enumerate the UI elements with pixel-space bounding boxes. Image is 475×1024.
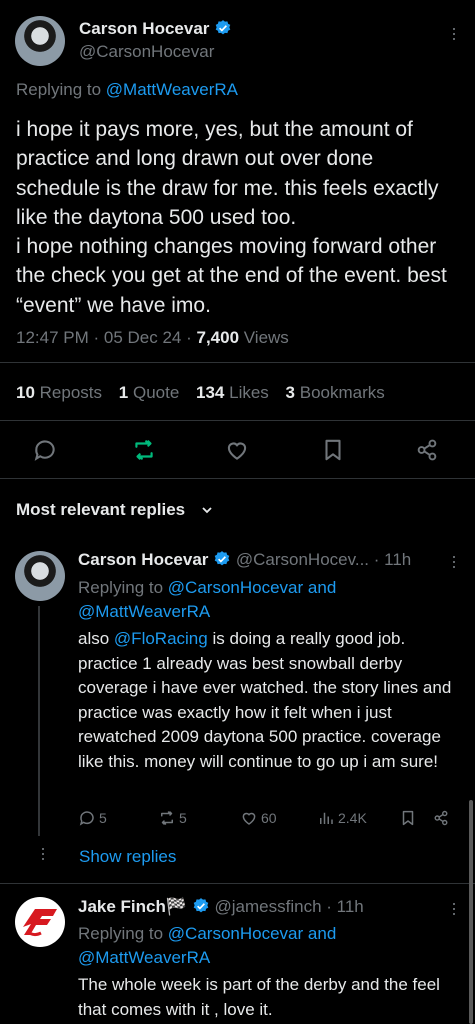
reply-age[interactable]: · 11h bbox=[374, 550, 412, 569]
chevron-down-icon[interactable] bbox=[200, 503, 214, 517]
author-name[interactable]: Jake Finch bbox=[78, 897, 166, 916]
reply-header: Jake Finch🏁 @jamessfinch · 11h bbox=[78, 897, 364, 917]
tweet-time[interactable]: 12:47 PM bbox=[16, 328, 89, 347]
quotes-count: 1 bbox=[118, 383, 129, 402]
more-icon[interactable]: ··· bbox=[445, 901, 465, 916]
more-icon[interactable]: ··· bbox=[445, 554, 465, 569]
likes-label: Likes bbox=[229, 383, 269, 402]
reply-header: Carson Hocevar @CarsonHocev... · 11h bbox=[78, 550, 411, 570]
avatar[interactable] bbox=[15, 551, 65, 601]
verified-badge-icon bbox=[215, 20, 231, 35]
author-name-text: Carson Hocevar bbox=[79, 19, 210, 38]
avatar[interactable] bbox=[15, 897, 65, 947]
bookmark-button[interactable] bbox=[399, 809, 417, 827]
replying-mention[interactable]: @MattWeaverRA bbox=[78, 948, 210, 967]
show-replies-link[interactable]: Show replies bbox=[79, 847, 176, 867]
quotes-stat[interactable]: 1 Quote bbox=[119, 383, 180, 402]
like-button[interactable]: 60 bbox=[240, 809, 277, 827]
repost-icon bbox=[161, 811, 173, 825]
bookmarks-stat[interactable]: 3 Bookmarks bbox=[286, 383, 385, 402]
share-icon[interactable] bbox=[414, 437, 440, 463]
tweet-stats: 10 Reposts 1 Quote 134 Likes 3 Bookmarks bbox=[16, 383, 397, 403]
reposts-count: 10 bbox=[16, 383, 35, 402]
replying-mention[interactable]: @MattWeaverRA bbox=[78, 602, 210, 621]
divider bbox=[0, 420, 475, 421]
replying-mention[interactable]: @MattWeaverRA bbox=[106, 80, 238, 99]
replying-and[interactable]: and bbox=[308, 578, 336, 597]
scrollbar[interactable] bbox=[469, 800, 473, 1024]
views-button[interactable]: 2.4K bbox=[317, 809, 367, 827]
replying-and[interactable]: and bbox=[308, 924, 336, 943]
bookmark-icon[interactable] bbox=[320, 437, 346, 463]
tweet-meta: 12:47 PM · 05 Dec 24 · 7,400 Views bbox=[16, 328, 289, 347]
replying-to: Replying to @MattWeaverRA bbox=[16, 80, 238, 100]
reply-text: The whole week is part of the derby and … bbox=[78, 975, 440, 1019]
repost-icon[interactable] bbox=[131, 437, 157, 463]
bookmarks-count: 3 bbox=[285, 383, 296, 402]
verified-badge-icon bbox=[214, 551, 230, 566]
more-icon[interactable]: ··· bbox=[445, 26, 465, 41]
like-icon bbox=[242, 812, 256, 825]
likes-count: 134 bbox=[196, 383, 225, 402]
author-handle[interactable]: @jamessfinch bbox=[215, 897, 322, 916]
reply-text-body: is doing a really good job. practice 1 a… bbox=[78, 629, 452, 771]
repost-button[interactable]: 5 bbox=[158, 809, 187, 827]
checkered-flag-icon: 🏁 bbox=[165, 897, 188, 916]
replies-sort-label[interactable]: Most relevant replies bbox=[16, 500, 185, 520]
share-icon bbox=[434, 810, 448, 826]
author-name[interactable]: Carson Hocevar bbox=[79, 19, 232, 39]
quotes-label: Quote bbox=[132, 383, 180, 402]
replying-to: Replying to @CarsonHocevar and @MattWeav… bbox=[78, 576, 458, 624]
reply-text-prefix: also bbox=[78, 629, 114, 648]
replying-prefix: Replying to bbox=[78, 924, 164, 943]
mention-link[interactable]: @FloRacing bbox=[114, 629, 208, 648]
thread-line bbox=[38, 606, 40, 836]
like-count: 60 bbox=[261, 810, 277, 826]
reply-icon[interactable] bbox=[32, 437, 58, 463]
divider bbox=[0, 478, 475, 479]
replying-to: Replying to @CarsonHocevar and @MattWeav… bbox=[78, 922, 458, 970]
replying-prefix: Replying to bbox=[16, 80, 102, 99]
bookmarks-label: Bookmarks bbox=[299, 383, 385, 402]
reply-count: 5 bbox=[99, 810, 107, 826]
tweet-text: i hope it pays more, yes, but the amount… bbox=[16, 118, 447, 317]
bookmark-icon bbox=[402, 810, 414, 826]
avatar[interactable] bbox=[15, 16, 65, 66]
reposts-stat[interactable]: 10 Reposts bbox=[16, 383, 102, 402]
replying-mention[interactable]: @CarsonHocevar bbox=[168, 924, 303, 943]
reply-button[interactable]: 5 bbox=[78, 809, 107, 827]
divider bbox=[0, 883, 475, 884]
reply-age[interactable]: · 11h bbox=[326, 897, 364, 916]
views-count: 7,400 bbox=[196, 328, 240, 347]
replying-prefix: Replying to bbox=[78, 578, 164, 597]
likes-stat[interactable]: 134 Likes bbox=[196, 383, 269, 402]
views-icon bbox=[320, 812, 333, 824]
jf-logo bbox=[16, 898, 64, 946]
views-label: Views bbox=[243, 328, 289, 347]
author-handle[interactable]: @CarsonHocevar bbox=[79, 42, 214, 62]
repost-count: 5 bbox=[179, 810, 187, 826]
tweet-date[interactable]: 05 Dec 24 bbox=[104, 328, 182, 347]
views-count: 2.4K bbox=[338, 810, 367, 826]
replying-mention[interactable]: @CarsonHocevar bbox=[168, 578, 303, 597]
verified-badge-icon bbox=[193, 898, 209, 913]
reply-icon bbox=[79, 811, 94, 826]
share-button[interactable] bbox=[432, 809, 450, 827]
reply-text: also @FloRacing is doing a really good j… bbox=[78, 627, 463, 774]
divider bbox=[0, 362, 475, 363]
author-name[interactable]: Carson Hocevar bbox=[78, 550, 208, 569]
thread-dots-icon: ··· bbox=[34, 846, 54, 861]
like-icon[interactable] bbox=[224, 437, 250, 463]
author-handle[interactable]: @CarsonHocev... bbox=[236, 550, 369, 569]
reposts-label: Reposts bbox=[39, 383, 103, 402]
